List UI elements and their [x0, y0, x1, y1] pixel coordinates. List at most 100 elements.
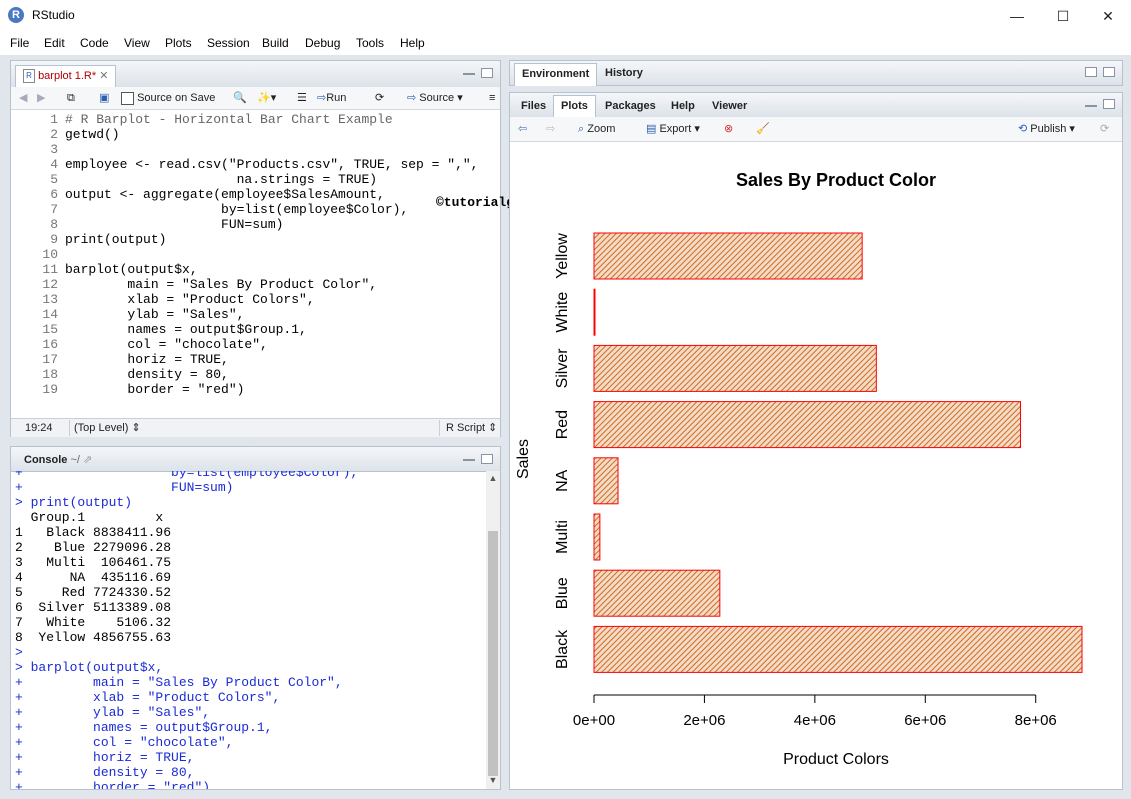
code-editor[interactable]: 1 # R Barplot - Horizontal Bar Chart Exam… — [11, 110, 500, 418]
refresh-icon[interactable]: ⟳ — [1100, 121, 1109, 137]
next-plot-icon[interactable]: ⇨ — [546, 121, 555, 137]
console-scroll-thumb[interactable] — [488, 531, 498, 776]
window-titlebar: R RStudio — ☐ ✕ — [0, 0, 1131, 32]
show-in-window-icon[interactable]: ⧉ — [67, 90, 75, 106]
line-number: 6 — [50, 187, 58, 202]
env-maximize-icon[interactable] — [1103, 67, 1115, 77]
minimize-button[interactable]: — — [994, 0, 1040, 32]
outline-icon[interactable]: ≡ — [489, 90, 495, 106]
menu-file[interactable]: File — [10, 36, 29, 50]
bars-group: Black Blue Multi NA Red Silver White Yellow — [554, 232, 1083, 673]
bar-yellow — [593, 232, 863, 280]
console-text: ylab = "Sales", — [22, 705, 211, 720]
forward-icon[interactable]: ▶ — [37, 90, 45, 106]
code-tools-icon[interactable]: ✨▾ — [257, 90, 276, 106]
r-file-icon: R — [23, 69, 35, 84]
menu-session[interactable]: Session — [207, 36, 250, 50]
menu-plots[interactable]: Plots — [165, 36, 192, 50]
tab-environment[interactable]: Environment — [514, 63, 598, 86]
console-line: + col = "chocolate", — [15, 735, 233, 750]
env-restore-icon[interactable] — [1085, 67, 1097, 77]
console-output[interactable]: + by=list(employee$Color), + FUN=sum) > pr… — [11, 471, 485, 789]
console-line: 6 Silver 5113389.08 — [15, 600, 171, 615]
run-button[interactable]: ⇨Run — [317, 90, 346, 106]
clear-plots-broom-icon[interactable]: 🧹 — [756, 121, 770, 137]
tab-history[interactable]: History — [598, 63, 650, 84]
publish-button[interactable]: ⟲ Publish ▾ — [1018, 121, 1075, 137]
console-text: barplot(output$x, — [22, 660, 164, 675]
console-prompt: > — [15, 495, 23, 510]
console-line: + border = "red") — [15, 780, 210, 789]
close-tab-icon[interactable]: ✕ — [99, 70, 108, 82]
console-minimize-icon[interactable] — [463, 459, 475, 461]
console-text: border = "red") — [22, 780, 211, 789]
console-maximize-icon[interactable] — [481, 454, 493, 464]
menu-help[interactable]: Help — [400, 36, 425, 50]
menu-debug[interactable]: Debug — [305, 36, 340, 50]
rerun-icon[interactable]: ⟳ — [375, 90, 384, 106]
code-text: ylab = "Sales", — [65, 307, 245, 322]
code-text: print(output) — [65, 232, 167, 247]
code-text: border = "red") — [65, 382, 245, 397]
plots-minimize-icon[interactable] — [1085, 105, 1097, 107]
category-label: Blue — [554, 577, 571, 609]
source-button[interactable]: ⇨ Source ▾ — [407, 90, 463, 106]
tab-plots[interactable]: Plots — [553, 95, 596, 118]
console-scrollbar[interactable]: ▲ ▼ — [486, 471, 500, 789]
bar-blue — [593, 569, 721, 617]
x-tick-label: 4e+06 — [794, 712, 836, 729]
line-number: 19 — [42, 382, 58, 397]
category-label: Red — [554, 410, 571, 439]
code-text: by=list(employee$Color), — [65, 202, 409, 217]
previous-plot-icon[interactable]: ⇦ — [518, 121, 527, 137]
close-button[interactable]: ✕ — [1085, 0, 1131, 32]
tab-help[interactable]: Help — [664, 96, 702, 117]
console-prompt: + — [15, 690, 23, 705]
goto-dir-icon[interactable]: ⇗ — [83, 454, 92, 466]
console-line: 2 Blue 2279096.28 — [15, 540, 171, 555]
source-on-save-checkbox[interactable]: Source on Save — [121, 90, 215, 106]
zoom-button[interactable]: ⌕ Zoom — [578, 121, 615, 137]
scroll-up-icon[interactable]: ▲ — [487, 473, 499, 483]
export-button[interactable]: ▤ Export ▾ — [646, 121, 700, 137]
plots-maximize-icon[interactable] — [1103, 99, 1115, 109]
console-text: names = output$Group.1, — [22, 720, 273, 735]
tab-viewer[interactable]: Viewer — [705, 96, 754, 117]
source-on-save-label: Source on Save — [137, 92, 216, 104]
file-type-selector[interactable]: R Script ⇕ — [439, 420, 497, 436]
publish-icon: ⟲ — [1018, 123, 1028, 135]
console-line: + density = 80, — [15, 765, 194, 780]
menu-view[interactable]: View — [124, 36, 150, 50]
compile-icon[interactable]: ☰ — [297, 90, 307, 106]
chart-xlabel: Product Colors — [783, 751, 889, 768]
maximize-pane-icon[interactable] — [481, 68, 493, 78]
minimize-pane-icon[interactable] — [463, 73, 475, 75]
line-number: 9 — [50, 232, 58, 247]
export-label: Export — [659, 123, 692, 135]
line-number: 18 — [42, 367, 58, 382]
menu-edit[interactable]: Edit — [44, 36, 65, 50]
scroll-down-icon[interactable]: ▼ — [487, 775, 499, 785]
remove-plot-icon[interactable]: ⊗ — [724, 121, 733, 137]
back-icon[interactable]: ◀ — [19, 90, 27, 106]
tab-console[interactable]: Console ~/ ⇗ — [17, 450, 99, 471]
scope-selector[interactable]: (Top Level) ⇕ — [69, 420, 141, 436]
console-prompt: > — [15, 660, 23, 675]
console-text: col = "chocolate", — [22, 735, 234, 750]
console-line: > — [15, 645, 23, 660]
code-text: names = output$Group.1, — [65, 322, 307, 337]
maximize-button[interactable]: ☐ — [1040, 0, 1086, 32]
menu-bar: File Edit Code View Plots Session Build … — [0, 32, 1131, 54]
menu-code[interactable]: Code — [80, 36, 109, 50]
console-text: 3 Multi 106461.75 — [15, 555, 172, 570]
save-icon[interactable]: ▣ — [99, 90, 109, 106]
bar-multi — [593, 513, 601, 561]
category-label: Black — [554, 629, 571, 669]
scope-label: (Top Level) — [74, 422, 129, 434]
tab-files[interactable]: Files — [514, 96, 553, 117]
tab-packages[interactable]: Packages — [598, 96, 663, 117]
menu-tools[interactable]: Tools — [356, 36, 384, 50]
menu-build[interactable]: Build — [262, 36, 289, 50]
tab-barplot-file[interactable]: R barplot 1.R* ✕ — [15, 65, 117, 87]
find-icon[interactable]: 🔍 — [233, 90, 247, 106]
